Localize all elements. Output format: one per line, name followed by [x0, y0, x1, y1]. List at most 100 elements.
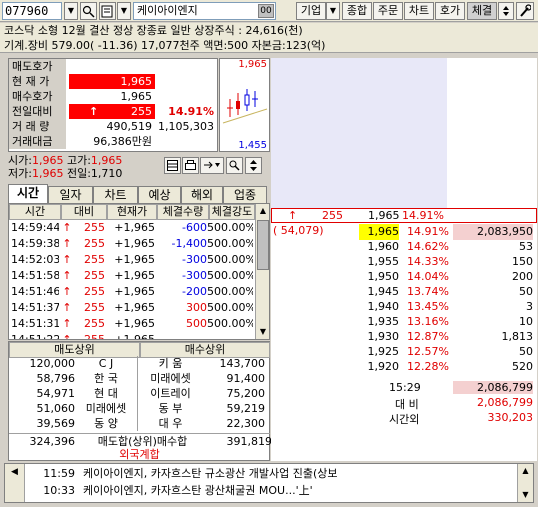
tick-row[interactable]: 14:51:37 ↑ 255 +1,965 300500.00%	[9, 300, 255, 316]
bid-pct: 13.16%	[407, 315, 449, 328]
toolbar: 077960 ▼ ▼ 케이아이엔지 00 기업 ▼ 종합 주문 차트 호가 체결	[0, 0, 538, 22]
bid-price[interactable]: 1,925	[359, 344, 400, 360]
news-item[interactable]: 10:33 케이아이엔지, 카자흐스탄 광산채굴권 MOU...'上'	[27, 482, 517, 499]
ohlc-panel: 시가:1,965 고가:1,965 저가:1,965 전일:1,710	[8, 153, 158, 183]
news-headline[interactable]: 케이아이엔지, 카자흐스탄 광산채굴권 MOU...'上'	[83, 484, 313, 497]
news-scroll-down-icon[interactable]: ▼	[518, 488, 533, 502]
tick-scrollbar[interactable]: ▲ ▼	[255, 204, 269, 339]
col-strength: 체결강도	[209, 204, 255, 220]
bid-price[interactable]: 1,945	[359, 284, 400, 300]
tab-sector[interactable]: 업종	[223, 186, 267, 203]
tick-time: 14:51:46	[11, 285, 59, 298]
sell-broker-qty: 39,569	[36, 417, 76, 430]
tick-arrow: ↑	[62, 269, 72, 282]
prev-value: 1,710	[90, 167, 123, 180]
bid-qty[interactable]: 50	[453, 344, 533, 360]
bid-qty[interactable]: 150	[453, 254, 533, 270]
bid-price[interactable]: 1,940	[359, 299, 400, 315]
company-dropdown-button[interactable]: ▼	[326, 2, 340, 20]
stock-name-field[interactable]: 케이아이엔지	[133, 2, 276, 20]
bid-qty[interactable]: 50	[453, 284, 533, 300]
arrow-dropdown-button[interactable]	[200, 157, 224, 174]
tick-diff: 255	[84, 301, 105, 314]
news-scroll-up-icon[interactable]: ▲	[518, 464, 533, 478]
tab-daily[interactable]: 일자	[48, 186, 93, 203]
bid-price[interactable]: 1,950	[359, 269, 400, 285]
buy-broker-qty: 59,219	[226, 402, 266, 415]
tab-company[interactable]: 기업	[296, 2, 326, 20]
orderbook-summary-row: ↑ 255 1,965 14.91%	[271, 208, 537, 223]
news-prev-icon[interactable]: ◀	[5, 464, 24, 481]
news-headline[interactable]: 케이아이엔지, 카자흐스탄 규소광산 개발사업 진출(상보	[83, 467, 338, 480]
bid-qty[interactable]: 2,083,950	[453, 224, 533, 240]
tab-quote[interactable]: 호가	[435, 2, 465, 20]
tick-row[interactable]: 14:51:58 ↑ 255 +1,965 -300500.00%	[9, 268, 255, 284]
sell-broker-name: C J	[98, 357, 114, 370]
tick-row[interactable]: 14:52:03 ↑ 255 +1,965 -300500.00%	[9, 252, 255, 268]
ask-qty-area	[271, 58, 359, 208]
change-pct: 14.91%	[168, 105, 214, 118]
bid-qty[interactable]: 53	[453, 239, 533, 255]
tab-chart-view[interactable]: 차트	[93, 186, 138, 203]
zoom-icon[interactable]	[226, 157, 243, 174]
hint-badge: 00	[258, 4, 274, 18]
news-nav[interactable]: ◀	[5, 464, 25, 502]
tick-qty: -300	[182, 253, 207, 266]
scroll-up-icon[interactable]: ▲	[256, 204, 269, 218]
tick-row[interactable]: 14:51:46 ↑ 255 +1,965 -200500.00%	[9, 284, 255, 300]
updown-icon[interactable]	[245, 157, 262, 174]
tick-time: 14:51:31	[11, 317, 59, 330]
bid-price[interactable]: 1,935	[359, 314, 400, 330]
tick-price: +1,965	[114, 269, 155, 282]
scroll-thumb[interactable]	[257, 220, 269, 270]
broker-rows: 120,000 C J키 움 143,700 58,796 한 국 미래에셋 91,400 5…	[9, 356, 270, 434]
quote-panel: 매도호가 현 재 가 매수호가 전일대비 거 래 량 거래대금 1,965 1,…	[8, 58, 218, 152]
grid-view-icon[interactable]	[164, 157, 181, 174]
bid-price[interactable]: 1,965	[359, 224, 399, 240]
buy-broker-name: 키 움	[137, 356, 203, 371]
tick-row[interactable]: 14:51:22 ↑ 255 +1,965	[9, 332, 255, 339]
tick-strength: 500.00%	[207, 317, 253, 330]
sell-broker-qty: 120,000	[29, 357, 76, 370]
bid-qty[interactable]: 3	[453, 299, 533, 315]
tick-row[interactable]: 14:59:38 ↑ 255 +1,965 -1,400500.00%	[9, 236, 255, 252]
broker-panel: 매도상위 매수상위 120,000 C J키 움 143,700 58,796 한 국미…	[8, 341, 272, 461]
bid-qty[interactable]: 10	[453, 314, 533, 330]
tick-row[interactable]: 14:51:31 ↑ 255 +1,965 500500.00%	[9, 316, 255, 332]
sort-icon[interactable]	[498, 2, 514, 20]
buy-broker-qty: 91,400	[226, 372, 266, 385]
news-item[interactable]: 11:59 케이아이엔지, 카자흐스탄 규소광산 개발사업 진출(상보	[27, 465, 517, 482]
current-price-value: 1,965	[69, 74, 155, 89]
memo-icon[interactable]	[99, 2, 116, 20]
bid-price[interactable]: 1,920	[359, 359, 400, 375]
tick-time: 14:51:58	[11, 269, 59, 282]
tab-order[interactable]: 주문	[373, 2, 403, 20]
tab-expected[interactable]: 예상	[138, 186, 181, 203]
news-scrollbar[interactable]: ▲ ▼	[517, 464, 533, 502]
tick-row[interactable]: 14:59:44 ↑ 255 +1,965 -600500.00%	[9, 220, 255, 236]
bid-price[interactable]: 1,960	[359, 239, 400, 255]
bid-price[interactable]: 1,955	[359, 254, 400, 270]
bid-price[interactable]: 1,930	[359, 329, 400, 345]
buy-broker-qty: 75,200	[226, 387, 266, 400]
bid-qty[interactable]: 520	[453, 359, 533, 375]
change-label: 전일대비	[9, 104, 66, 119]
close-qty: 2,086,799	[453, 381, 533, 394]
stock-code-input[interactable]: 077960	[2, 2, 62, 20]
code-dropdown-button[interactable]: ▼	[64, 2, 78, 20]
tab-overseas[interactable]: 해외	[181, 186, 223, 203]
tab-execution[interactable]: 체결	[467, 2, 497, 20]
bid-qty[interactable]: 200	[453, 269, 533, 285]
scroll-down-icon[interactable]: ▼	[256, 325, 269, 339]
bid-qty[interactable]: 1,813	[453, 329, 534, 345]
tick-arrow: ↑	[62, 285, 72, 298]
foreign-total-label: 외국계합	[119, 448, 160, 461]
tab-time[interactable]: 시간	[8, 184, 48, 203]
tab-summary[interactable]: 종합	[342, 2, 372, 20]
tick-strength: 500.00%	[207, 285, 253, 298]
search-icon[interactable]	[80, 2, 97, 20]
print-icon[interactable]	[182, 157, 199, 174]
wrench-icon[interactable]	[516, 2, 534, 20]
memo-dropdown-button[interactable]: ▼	[117, 2, 131, 20]
tab-chart[interactable]: 차트	[404, 2, 434, 20]
